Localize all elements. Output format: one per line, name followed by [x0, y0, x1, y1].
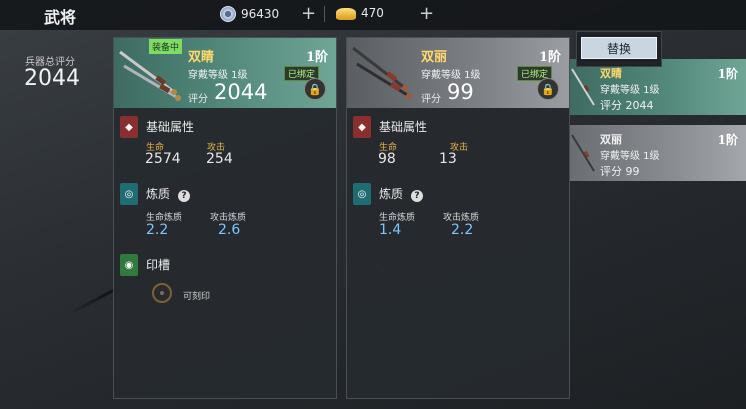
list-item-level: 穿戴等级 1级	[600, 151, 660, 162]
wear-level: 穿戴等级 1级	[188, 70, 248, 81]
base-attributes-title: 基础属性	[146, 120, 195, 134]
attack-value: 254	[206, 151, 233, 167]
hp-value: 2574	[145, 151, 181, 167]
base-attributes-icon: ◆	[120, 116, 138, 138]
equipped-weapon-panel: 装备中 双睛 1阶 穿戴等级 1级 已绑定 评分 2044 🔒 ◆ 基础属性 生…	[113, 37, 337, 399]
refine-hp-value: 2.2	[146, 222, 169, 238]
candidate-weapon-panel: 双丽 1阶 穿戴等级 1级 已绑定 评分 99 🔒 ◆ 基础属性 生命 98 攻…	[346, 37, 570, 399]
twin-sword-icon	[571, 134, 595, 172]
refine-icon: ◎	[120, 183, 138, 205]
gold-currency: 470	[336, 6, 384, 20]
seal-slot-icon: ◉	[120, 254, 138, 276]
total-score-value: 2044	[24, 66, 80, 91]
silver-coin-icon	[220, 6, 236, 22]
gold-ingot-icon	[336, 8, 356, 20]
help-icon[interactable]: ?	[411, 190, 424, 202]
equipped-tag: 装备中	[149, 39, 183, 54]
replace-button[interactable]: 替换	[581, 37, 657, 59]
score-label: 评分	[421, 94, 441, 105]
score-label: 评分	[188, 94, 208, 105]
equipped-weapon-card[interactable]: 装备中 双睛 1阶 穿戴等级 1级 已绑定 评分 2044 🔒	[114, 38, 336, 108]
divider	[324, 6, 325, 22]
weapon-list-item[interactable]: 双睛 1阶 穿戴等级 1级 评分 2044	[570, 59, 746, 115]
add-silver-button[interactable]: +	[301, 3, 316, 24]
weapon-tier: 1阶	[538, 50, 561, 65]
lock-icon[interactable]: 🔒	[537, 78, 559, 100]
refine-attack-value: 2.2	[451, 222, 474, 238]
seal-hint: 可刻印	[183, 292, 211, 302]
list-item-score: 评分 99	[600, 165, 640, 178]
refine-hp-value: 1.4	[379, 222, 402, 238]
wear-level: 穿戴等级 1级	[421, 70, 481, 81]
silver-currency: 96430	[220, 6, 279, 22]
candidate-weapon-card[interactable]: 双丽 1阶 穿戴等级 1级 已绑定 评分 99 🔒	[347, 38, 569, 108]
weapon-list-item[interactable]: 双丽 1阶 穿戴等级 1级 评分 99	[570, 125, 746, 181]
add-gold-button[interactable]: +	[419, 3, 434, 24]
score-value: 99	[447, 80, 474, 104]
weapon-name: 双丽	[421, 50, 448, 65]
weapon-name: 双睛	[188, 50, 215, 65]
page-title: 武将	[44, 8, 77, 27]
lock-icon[interactable]: 🔒	[304, 78, 326, 100]
list-item-name: 双睛	[600, 67, 622, 80]
attack-value: 13	[439, 151, 457, 167]
list-item-level: 穿戴等级 1级	[600, 85, 660, 96]
refine-icon: ◎	[353, 183, 371, 205]
refine-attack-value: 2.6	[218, 222, 241, 238]
base-attributes-title: 基础属性	[379, 120, 428, 134]
score-value: 2044	[214, 80, 268, 104]
refine-title: 炼质?	[379, 185, 424, 202]
twin-sword-icon	[352, 46, 412, 99]
list-item-score: 评分 2044	[600, 99, 654, 112]
list-item-name: 双丽	[600, 133, 622, 146]
silver-amount: 96430	[241, 7, 280, 21]
list-item-tier: 1阶	[717, 67, 738, 81]
top-bar: 武将 96430 + 470 +	[0, 0, 746, 30]
base-attributes-icon: ◆	[353, 116, 371, 138]
gold-amount: 470	[361, 6, 384, 20]
hp-value: 98	[378, 151, 396, 167]
replace-popup: 替换	[576, 31, 662, 67]
list-item-tier: 1阶	[717, 133, 738, 147]
twin-blade-icon	[571, 68, 595, 106]
refine-title: 炼质?	[146, 185, 191, 202]
weapon-tier: 1阶	[305, 50, 328, 65]
seal-slot-title: 印槽	[146, 258, 171, 272]
seal-socket[interactable]	[152, 283, 172, 303]
help-icon[interactable]: ?	[178, 190, 191, 202]
